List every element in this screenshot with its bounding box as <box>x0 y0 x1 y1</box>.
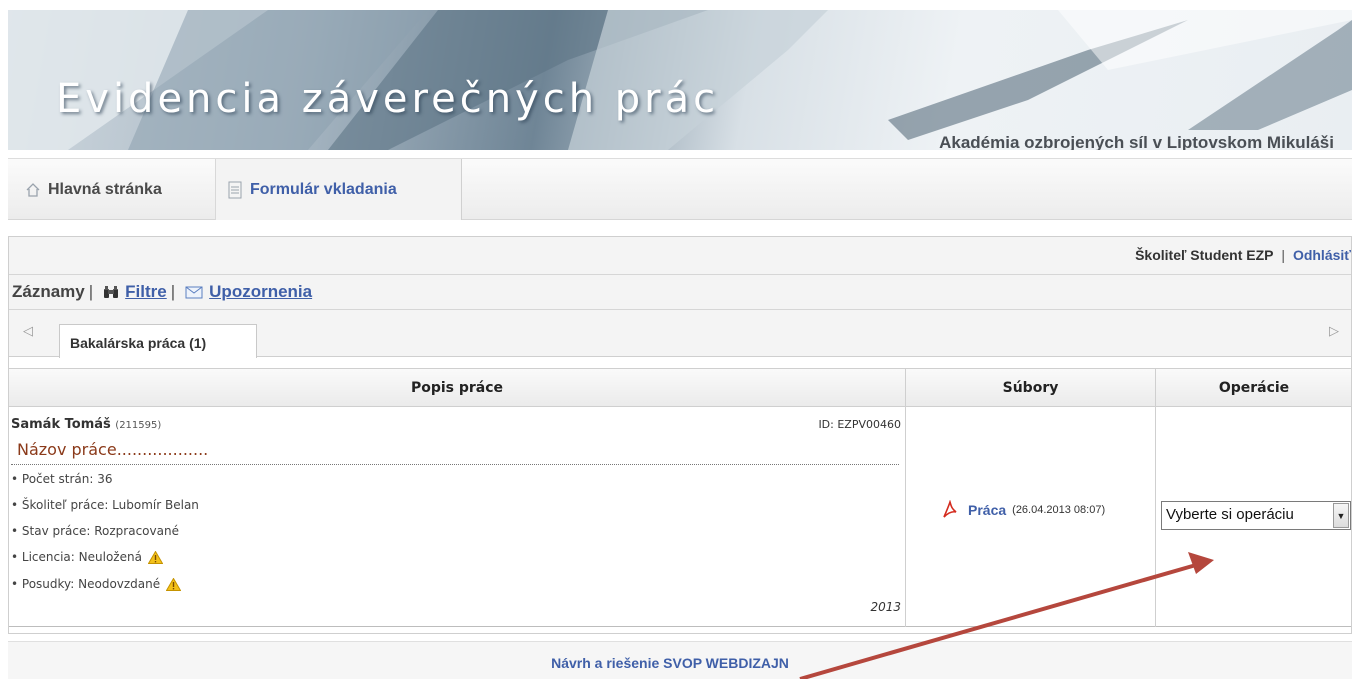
envelope-icon <box>185 286 203 299</box>
description-cell: Samák Tomáš (211595) ID: EZPV00460 Názov… <box>9 407 906 627</box>
file-name[interactable]: Práca <box>968 502 1006 518</box>
chevron-right-icon[interactable]: ▷ <box>1329 324 1339 339</box>
logout-link[interactable]: Odhlásiť <box>1293 247 1351 263</box>
operation-select[interactable]: Vyberte si operáciu ▼ <box>1161 501 1351 530</box>
notifications-link[interactable]: Upozornenia <box>209 282 312 302</box>
pdf-icon <box>940 500 960 520</box>
detail-reviews: • Posudky: Neodovzdané <box>11 577 182 591</box>
table-row: Samák Tomáš (211595) ID: EZPV00460 Názov… <box>9 407 1351 627</box>
record-id: ID: EZPV00460 <box>818 418 901 431</box>
records-toolbar: Záznamy | Filtre | Upozornenia <box>9 275 1351 310</box>
files-cell: Práca (26.04.2013 08:07) <box>906 407 1156 627</box>
nav-insert-form[interactable]: Formulár vkladania <box>216 159 462 220</box>
footer: Návrh a riešenie SVOP WEBDIZAJN <box>8 641 1352 679</box>
title-divider <box>11 464 899 465</box>
binoculars-icon <box>103 285 119 299</box>
user-bar: Školiteľ Student EZP | Odhlásiť <box>9 237 1351 275</box>
separator: | <box>88 282 94 301</box>
detail-pages: • Počet strán: 36 <box>11 472 113 486</box>
records-panel: Školiteľ Student EZP | Odhlásiť Záznamy … <box>8 236 1352 634</box>
tab-bachelor-thesis[interactable]: Bakalárska práca (1) <box>59 324 257 358</box>
nav-home[interactable]: Hlavná stránka <box>14 159 216 220</box>
separator: | <box>170 282 176 301</box>
column-header-files: Súbory <box>906 369 1156 406</box>
nav-form-label: Formulár vkladania <box>250 180 397 198</box>
detail-reviews-text: • Posudky: Neodovzdané <box>11 577 161 591</box>
author-fullname: Samák Tomáš <box>11 417 111 432</box>
header-banner: Evidencia záverečných prác Akadémia ozbr… <box>8 10 1352 150</box>
thesis-year: 2013 <box>870 600 901 614</box>
chevron-left-icon[interactable]: ◁ <box>23 324 33 339</box>
institution-name: Akadémia ozbrojených síl v Liptovskom Mi… <box>939 133 1334 150</box>
nav-home-label: Hlavná stránka <box>48 180 162 198</box>
operations-cell: Vyberte si operáciu ▼ <box>1156 407 1352 627</box>
records-label: Záznamy <box>12 282 85 301</box>
footer-credit[interactable]: Návrh a riešenie SVOP WEBDIZAJN <box>8 655 1352 671</box>
tab-bar: ◁ Bakalárska práca (1) ▷ <box>9 310 1351 358</box>
column-header-operations: Operácie <box>1218 379 1290 396</box>
detail-license-text: • Licencia: Neuložená <box>11 550 142 564</box>
user-name: Školiteľ Student EZP <box>1135 247 1274 263</box>
tab-label: Bakalárska práca (1) <box>70 335 207 351</box>
warning-icon <box>166 577 182 591</box>
author-name: Samák Tomáš (211595) <box>11 417 161 432</box>
filters-link[interactable]: Filtre <box>125 282 167 302</box>
site-title: Evidencia záverečných prác <box>56 76 720 122</box>
detail-status: • Stav práce: Rozpracované <box>11 524 179 538</box>
file-date: (26.04.2013 08:07) <box>1012 504 1106 516</box>
column-header-description: Popis práce <box>9 369 906 406</box>
warning-icon <box>147 550 163 564</box>
file-link[interactable]: Práca (26.04.2013 08:07) <box>940 500 1105 520</box>
home-icon <box>24 181 42 199</box>
thesis-title: Názov práce.................. <box>17 440 209 459</box>
operation-selected-value: Vyberte si operáciu <box>1166 506 1294 523</box>
main-navigation: Hlavná stránka Formulár vkladania <box>8 158 1352 220</box>
document-icon <box>226 181 244 199</box>
detail-supervisor: • Školiteľ práce: Lubomír Belan <box>11 498 199 512</box>
dropdown-arrow-icon[interactable]: ▼ <box>1333 503 1349 528</box>
table-header: Popis práce Súbory Operácie <box>9 368 1351 407</box>
detail-license: • Licencia: Neuložená <box>11 550 163 564</box>
separator: | <box>1281 247 1286 263</box>
author-id: (211595) <box>115 420 162 431</box>
